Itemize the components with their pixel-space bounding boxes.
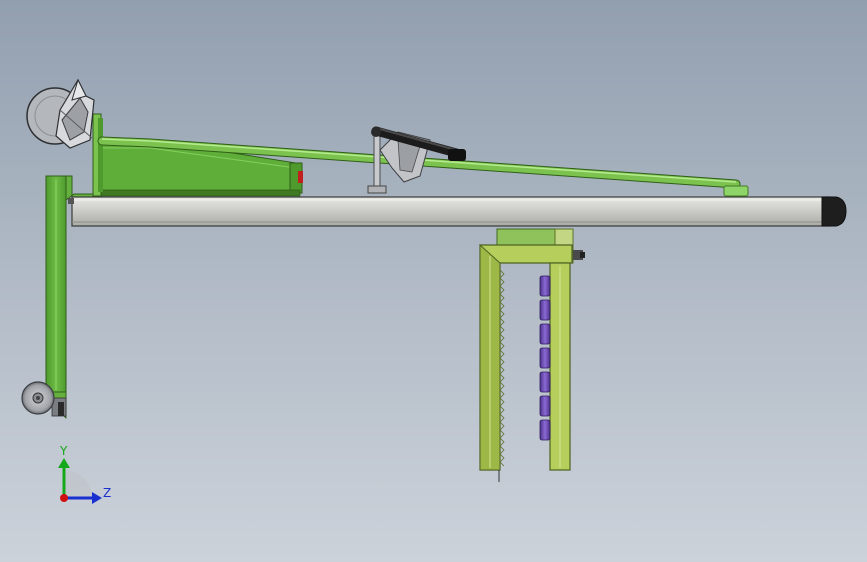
x-axis-dot	[60, 494, 68, 502]
purple-rollers	[539, 275, 551, 441]
y-axis-label: Y	[59, 444, 68, 458]
cad-viewport[interactable]: Y Z	[0, 0, 867, 562]
y-axis-arrowhead	[58, 458, 70, 468]
main-rail	[68, 196, 847, 227]
assembly-side-view: Y Z	[21, 78, 847, 504]
blade-guard	[26, 78, 95, 149]
z-axis-arrowhead	[92, 492, 102, 504]
z-axis-label: Z	[103, 486, 111, 500]
right-stand	[479, 228, 585, 482]
triad-plane-shading	[64, 470, 92, 498]
axis-triad[interactable]: Y Z	[58, 444, 111, 504]
